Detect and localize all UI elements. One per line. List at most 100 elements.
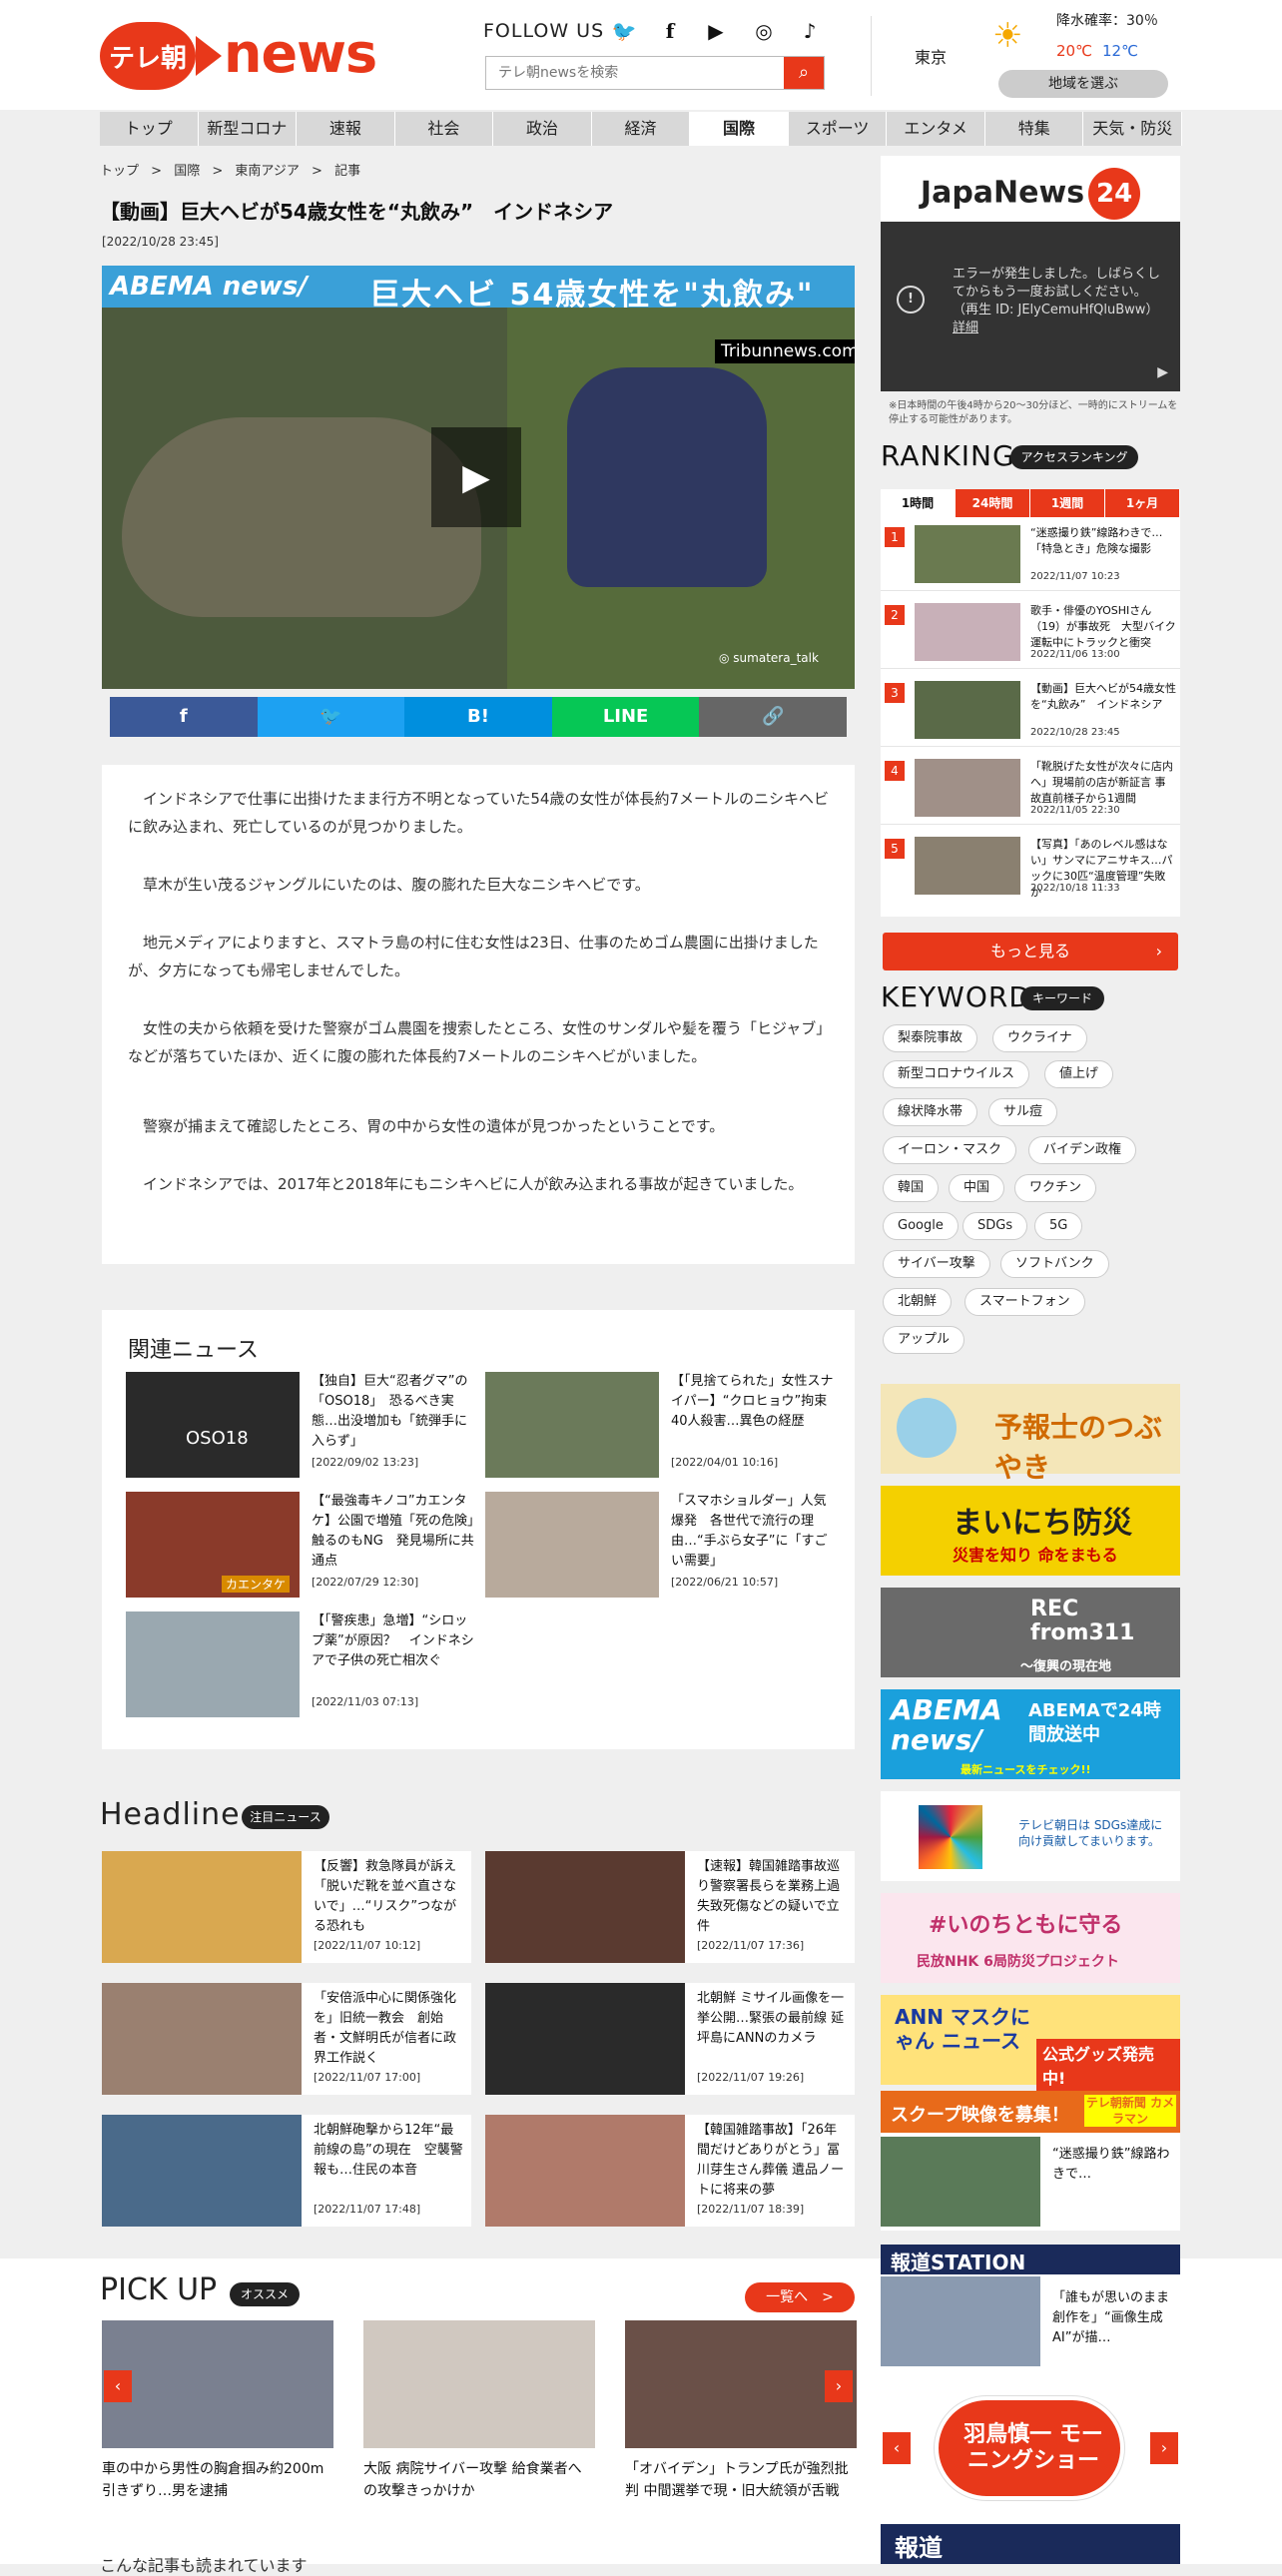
youtube-icon[interactable]: ▶: [701, 16, 731, 46]
pickup-item[interactable]: 車の中から男性の胸倉掴み約200m引きずり…男を逮捕: [102, 2320, 333, 2502]
pickup-more-button[interactable]: 一覧へ >: [745, 2282, 855, 2312]
hatena-icon[interactable]: B!: [404, 697, 552, 737]
banner-morning-show[interactable]: 羽鳥慎一 モーニングショー: [935, 2396, 1124, 2500]
person-shape: [567, 367, 767, 587]
nav-sports[interactable]: スポーツ: [789, 112, 888, 146]
banner-scoop[interactable]: スクープ映像を募集！ テレ朝新聞 カメラマン “迷惑撮り鉄”線路わきで…: [881, 2091, 1180, 2231]
keyword-chip[interactable]: サル痘: [988, 1098, 1058, 1126]
video-player[interactable]: ABEMA news/ 巨大ヘビ 54歳女性を"丸飲み" Tribunnews.…: [102, 266, 855, 689]
ranking-item[interactable]: 1 “迷惑撮り鉄”線路わきで…「特急とき」危険な撮影 2022/11/07 10…: [881, 517, 1180, 591]
keyword-chip[interactable]: 線状降水帯: [883, 1098, 978, 1126]
keyword-chip[interactable]: サイバー攻撃: [883, 1250, 990, 1278]
headline-item[interactable]: 【韓国雑踏事故】「26年間だけどありがとう」冨川芽生さん葬儀 遺品ノートに将来の…: [485, 2115, 855, 2227]
facebook-icon[interactable]: f: [110, 697, 258, 737]
japanews-player[interactable]: ! エラーが発生しました。しばらくしてからもう一度お試しください。（再生 ID:…: [881, 222, 1180, 391]
headline-item[interactable]: 「安倍派中心に関係強化を」旧統一教会 創始者・文鮮明氏が信者に政界工作説く [2…: [102, 1983, 471, 2095]
related-item[interactable]: OSO18 【独自】巨大“忍者グマ”の「OSO18」 恐るべき実態…出没増加も「…: [126, 1372, 475, 1478]
headline-item[interactable]: 北朝鮮砲撃から12年“最前線の島”の現在 空襲警報も…住民の本音 [2022/1…: [102, 2115, 471, 2227]
keyword-chip[interactable]: 新型コロナウイルス: [883, 1060, 1030, 1088]
keyword-chip[interactable]: 値上げ: [1044, 1060, 1114, 1088]
search-input[interactable]: [486, 57, 782, 89]
nav-politics[interactable]: 政治: [493, 112, 592, 146]
tiktok-icon[interactable]: ♪: [795, 16, 825, 46]
banner-inochi[interactable]: #いのちともに守る 民放NHK 6局防災プロジェクト: [881, 1893, 1180, 1983]
keyword-chip[interactable]: 梨泰院事故: [883, 1024, 978, 1052]
article-paragraph: 警察が捕まえて確認したところ、胃の中から女性の遺体が見つかったということです。: [143, 1117, 725, 1135]
related-item[interactable]: 【「見捨てられた」女性スナイパー】“クロヒョウ”拘束 40人殺害…異色の経歴 […: [485, 1372, 840, 1478]
banner-sub: 災害を知り 命をまもる: [953, 1546, 1118, 1565]
breadcrumb-sea[interactable]: 東南アジア: [235, 164, 299, 179]
tab-24hours[interactable]: 24時間: [956, 489, 1030, 517]
banner-mask-nyan[interactable]: ANN マスクにゃん ニュース 公式グッズ発売中!: [881, 1995, 1180, 2091]
site-logo[interactable]: テレ朝 news: [100, 20, 377, 90]
ranking-number: 3: [885, 683, 905, 703]
breadcrumb-top[interactable]: トップ: [100, 164, 139, 179]
link-icon[interactable]: 🔗: [699, 697, 847, 737]
article-paragraph: 地元メディアによりますと、スマトラ島の村に住む女性は23日、仕事のためゴム農園に…: [128, 934, 819, 979]
keyword-chip[interactable]: 韓国: [883, 1174, 940, 1202]
japanews-detail-link[interactable]: 詳細: [953, 321, 978, 335]
twitter-icon[interactable]: 🐦: [257, 697, 405, 737]
keyword-chip[interactable]: イーロン・マスク: [883, 1136, 1017, 1164]
keyword-chip[interactable]: ワクチン: [1014, 1174, 1097, 1202]
youtube-icon[interactable]: ▶: [1157, 363, 1168, 381]
banner-bousai[interactable]: まいにち防災 災害を知り 命をまもる: [881, 1486, 1180, 1576]
keyword-chip[interactable]: 5G: [1034, 1212, 1083, 1240]
ranking-item[interactable]: 5 【写真】「あのレベル感はない」サンマにアニサキス…パックに30匹“温度管理”…: [881, 829, 1180, 903]
keyword-chip[interactable]: バイデン政権: [1028, 1136, 1137, 1164]
keyword-chip[interactable]: スマートフォン: [964, 1288, 1085, 1316]
banner-rec311[interactable]: REC from311 ～復興の現在地: [881, 1588, 1180, 1677]
nav-entertainment[interactable]: エンタメ: [887, 112, 985, 146]
nav-corona[interactable]: 新型コロナ: [199, 112, 298, 146]
tab-1hour[interactable]: 1時間: [881, 489, 956, 517]
ranking-item[interactable]: 2 歌手・俳優のYOSHIさん（19）が事故死 大型バイク運転中にトラックと衝突…: [881, 595, 1180, 669]
tab-1month[interactable]: 1ヶ月: [1105, 489, 1180, 517]
headline-item[interactable]: 【速報】韓国雑踏事故巡り警察署長らを業務上過失致死傷などの疑いで立件 [2022…: [485, 1851, 855, 1963]
keyword-chip[interactable]: アップル: [883, 1326, 965, 1354]
keyword-chip[interactable]: SDGs: [962, 1212, 1028, 1240]
facebook-icon[interactable]: f: [655, 16, 685, 46]
banner-hodo-bottom[interactable]: 報道: [881, 2524, 1180, 2564]
search-icon[interactable]: ⌕: [784, 57, 824, 89]
keyword-chip[interactable]: 北朝鮮: [883, 1288, 953, 1316]
nav-economy[interactable]: 経済: [592, 112, 691, 146]
keyword-chip[interactable]: Google: [883, 1212, 959, 1240]
related-item[interactable]: 「スマホショルダー」人気爆発 各世代で流行の理由…“手ぶら女子”に「すごい需要」…: [485, 1492, 835, 1598]
nav-society[interactable]: 社会: [395, 112, 494, 146]
nav-features[interactable]: 特集: [985, 112, 1084, 146]
banner-next-arrow[interactable]: ›: [1150, 2432, 1178, 2464]
ranking-more-button[interactable]: もっと見る ›: [883, 933, 1178, 970]
keyword-chip[interactable]: 中国: [949, 1174, 1005, 1202]
banner-prev-arrow[interactable]: ‹: [883, 2432, 911, 2464]
pickup-next-arrow[interactable]: ›: [825, 2370, 853, 2402]
pickup-prev-arrow[interactable]: ‹: [104, 2370, 132, 2402]
keyword-chip[interactable]: ソフトバンク: [1000, 1250, 1109, 1278]
nav-international[interactable]: 国際: [690, 112, 789, 146]
ranking-heading: RANKING: [881, 439, 1015, 472]
nav-top[interactable]: トップ: [100, 112, 199, 146]
banner-forecaster[interactable]: 予報士のつぶやき: [881, 1384, 1180, 1484]
keyword-chip[interactable]: ウクライナ: [992, 1024, 1087, 1052]
banner-sdgs[interactable]: テレビ朝日は SDGs達成に向け貢献してまいります。: [881, 1791, 1180, 1881]
pickup-item[interactable]: 「オバイデン」トランプ氏が強烈批判 中間選挙で現・旧大統領が舌戦: [625, 2320, 857, 2502]
logo-word: news: [224, 22, 377, 85]
line-icon[interactable]: LINE: [551, 697, 700, 737]
related-item[interactable]: 【「警疾患」急増】“シロップ薬”が原因？ インドネシアで子供の死亡相次ぐ [20…: [126, 1611, 475, 1717]
banner-hodo-station[interactable]: 報道STATION 「誰もが思いのまま創作を」“画像生成AI”が描…: [881, 2245, 1180, 2370]
instagram-icon[interactable]: ◎: [749, 16, 779, 46]
headline-item[interactable]: 【反響】救急隊員が訴え「脱いだ靴を並べ直さないで」…“リスク”つながる恐れも […: [102, 1851, 471, 1963]
play-icon[interactable]: ▶: [431, 427, 521, 527]
ranking-item[interactable]: 4 「靴脱げた女性が次々に店内へ」現場前の店が新証言 事故直前様子から1週間 2…: [881, 751, 1180, 825]
related-item[interactable]: カエンタケ 【“最強毒キノコ”カエンタケ】公園で増殖「死の危険」触るのもNG 発…: [126, 1492, 475, 1598]
region-select-button[interactable]: 地域を選ぶ: [998, 70, 1168, 98]
breadcrumb-international[interactable]: 国際: [174, 164, 200, 179]
ranking-date: 2022/11/07 10:23: [1030, 571, 1120, 582]
twitter-icon[interactable]: 🐦: [609, 16, 639, 46]
headline-item[interactable]: 北朝鮮 ミサイル画像を一挙公開…緊張の最前線 延坪島にANNのカメラ [2022…: [485, 1983, 855, 2095]
pickup-item[interactable]: 大阪 病院サイバー攻撃 給食業者への攻撃きっかけか: [363, 2320, 595, 2502]
ranking-item[interactable]: 3 【動画】巨大ヘビが54歳女性を“丸飲み” インドネシア 2022/10/28…: [881, 673, 1180, 747]
tab-1week[interactable]: 1週間: [1030, 489, 1105, 517]
nav-breaking[interactable]: 速報: [297, 112, 395, 146]
banner-abema[interactable]: ABEMA news/ ABEMAで24時間放送中 最新ニュースをチェック!!: [881, 1689, 1180, 1779]
nav-weather[interactable]: 天気・防災: [1083, 112, 1183, 146]
